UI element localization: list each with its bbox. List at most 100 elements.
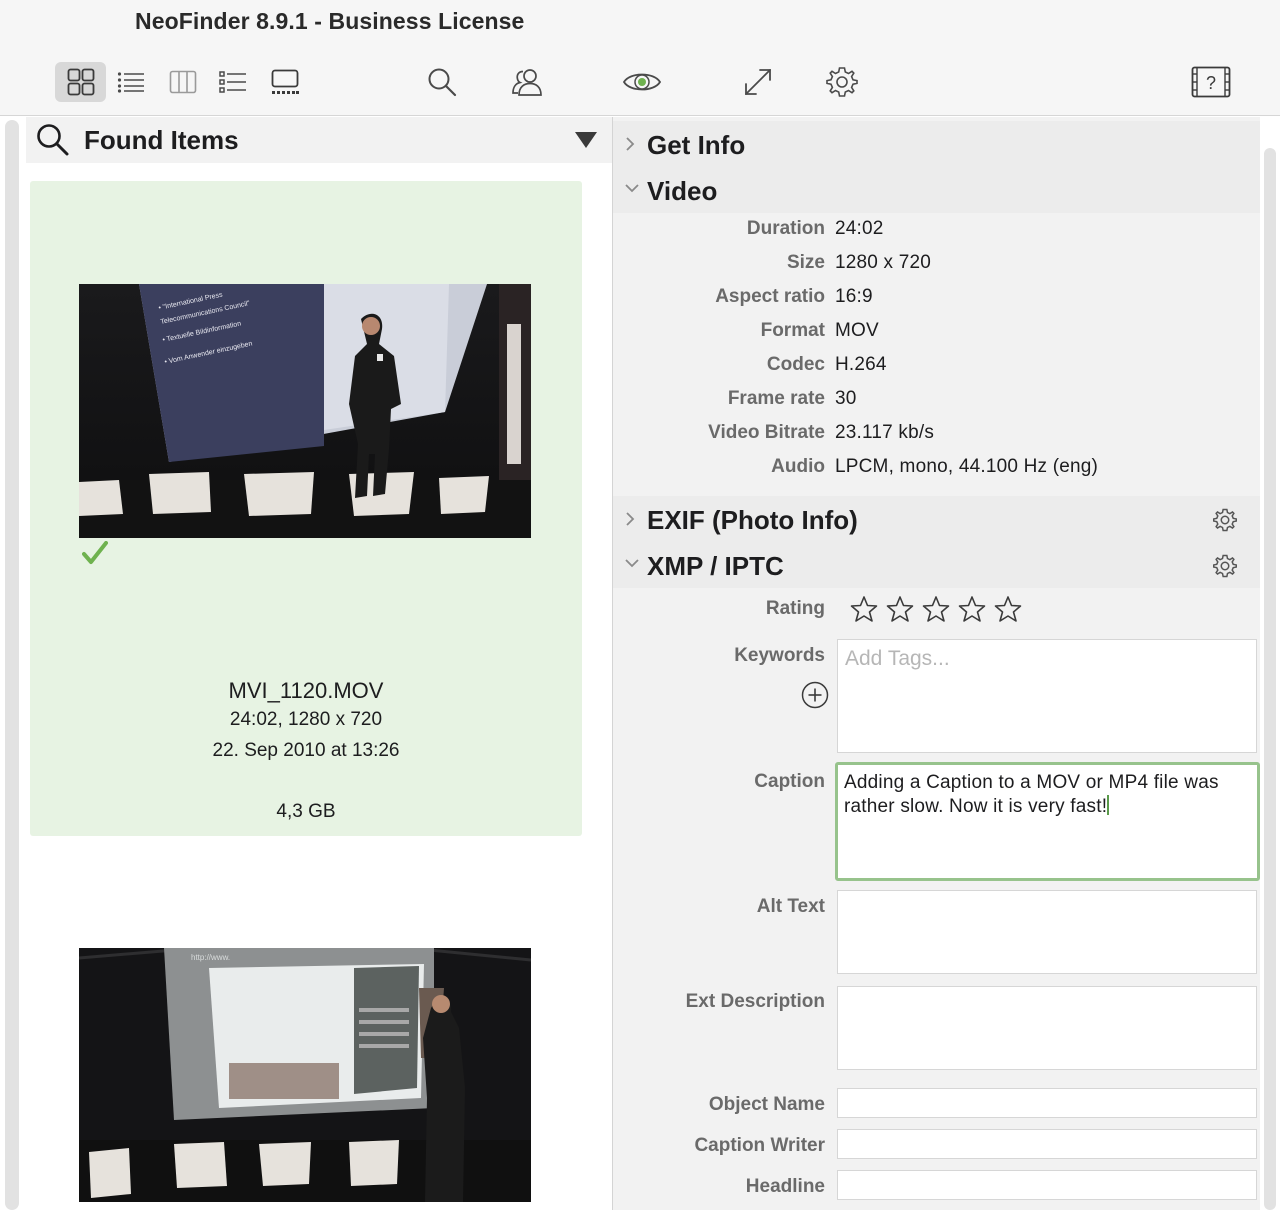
people-button[interactable]: [505, 62, 549, 102]
caption-writer-field[interactable]: [837, 1129, 1257, 1159]
video-row-bitrate: Video Bitrate 23.117 kb/s: [613, 419, 1260, 449]
video-row-codec: Codec H.264: [613, 351, 1260, 381]
file-size: 4,3 GB: [276, 801, 336, 822]
ext-description-label: Ext Description: [685, 991, 825, 1012]
alt-text-label: Alt Text: [756, 896, 825, 917]
section-title: Get Info: [647, 130, 746, 160]
video-row-duration: Duration 24:02: [613, 215, 1260, 245]
list-view-button[interactable]: [112, 62, 150, 102]
gallery-view-button[interactable]: [266, 62, 304, 102]
video-row-aspect-ratio: Aspect ratio 16:9: [613, 283, 1260, 313]
field-label: Codec: [766, 354, 825, 375]
caption-text: Adding a Caption to a MOV or MP4 file wa…: [844, 772, 1219, 817]
chevron-right-icon: [626, 512, 635, 526]
section-title: EXIF (Photo Info): [647, 505, 858, 535]
browser-pane: Found Items • "International Press Telec…: [26, 117, 612, 1210]
video-thumbnail: http://www.: [79, 948, 531, 1202]
star-icon[interactable]: [958, 595, 986, 623]
found-items-title: Found Items: [84, 125, 239, 155]
headline-label: Headline: [745, 1176, 825, 1197]
window-title: NeoFinder 8.9.1 - Business License: [135, 8, 525, 34]
star-icon[interactable]: [850, 595, 878, 623]
svg-text:?: ?: [1206, 73, 1216, 93]
field-label: Audio: [771, 456, 825, 477]
field-value: H.264: [835, 354, 887, 375]
list-view-icon: [117, 72, 144, 93]
object-name-label: Object Name: [708, 1094, 825, 1115]
inspector-scrollbar[interactable]: [1264, 148, 1276, 1210]
section-xmp-iptc[interactable]: XMP / IPTC: [613, 542, 1260, 588]
search-button[interactable]: [420, 62, 464, 102]
file-date: 22. Sep 2010 at 13:26: [212, 740, 400, 761]
grid-view-icon: [67, 68, 94, 96]
gallery-view-icon: [271, 69, 299, 94]
video-row-audio: Audio LPCM, mono, 44.100 Hz (eng): [613, 453, 1260, 483]
expand-icon: [745, 69, 771, 95]
section-title: Video: [647, 176, 718, 206]
video-row-size: Size 1280 x 720: [613, 249, 1260, 279]
gear-icon[interactable]: [1213, 508, 1237, 532]
column-view-icon: [169, 70, 197, 94]
help-button[interactable]: ?: [1188, 62, 1234, 102]
file-item[interactable]: http://www.: [30, 947, 582, 1210]
chevron-right-icon: [626, 137, 635, 151]
star-icon[interactable]: [994, 595, 1022, 623]
text-caret: [1107, 795, 1110, 815]
preview-eye-button[interactable]: [617, 62, 667, 102]
file-duration-resolution: 24:02, 1280 x 720: [229, 709, 383, 730]
inspector-pane: Get Info Video Duration 24:02 Size 1280 …: [613, 117, 1260, 1210]
ext-description-field[interactable]: [837, 986, 1257, 1070]
checkmark-icon: [82, 541, 108, 564]
gear-icon: [826, 67, 858, 97]
field-label: Size: [786, 252, 825, 273]
settings-button[interactable]: [820, 62, 864, 102]
field-value: 1280 x 720: [835, 252, 932, 273]
people-icon: [512, 69, 542, 96]
search-icon: [428, 68, 457, 97]
field-value: 16:9: [835, 286, 873, 307]
section-exif[interactable]: EXIF (Photo Info): [613, 496, 1260, 542]
headline-field[interactable]: [837, 1170, 1257, 1200]
rating-stars[interactable]: [850, 595, 1022, 623]
field-value: 24:02: [835, 218, 884, 239]
file-item-selected[interactable]: • "International Press Telecommunication…: [30, 181, 582, 836]
field-value: LPCM, mono, 44.100 Hz (eng): [835, 456, 1099, 477]
search-icon: [37, 124, 69, 156]
fullscreen-button[interactable]: [736, 62, 780, 102]
chevron-down-icon: [625, 559, 639, 568]
object-name-field[interactable]: [837, 1088, 1257, 1118]
field-label: Video Bitrate: [708, 422, 825, 443]
star-icon[interactable]: [886, 595, 914, 623]
window-toolbar: NeoFinder 8.9.1 - Business License ?: [0, 0, 1280, 116]
video-row-frame-rate: Frame rate 30: [613, 385, 1260, 415]
gear-icon[interactable]: [1213, 554, 1237, 578]
grid-view-button[interactable]: [55, 62, 106, 102]
chevron-down-icon: [625, 184, 639, 193]
file-name: MVI_1120.MOV: [228, 678, 384, 703]
field-value: 30: [835, 388, 857, 409]
outline-view-button[interactable]: [214, 62, 252, 102]
star-icon[interactable]: [922, 595, 950, 623]
section-title: XMP / IPTC: [647, 551, 784, 581]
section-get-info[interactable]: Get Info: [613, 121, 1260, 167]
section-video[interactable]: Video: [613, 167, 1260, 213]
caption-textarea[interactable]: Adding a Caption to a MOV or MP4 file wa…: [835, 762, 1260, 881]
field-label: Frame rate: [727, 388, 825, 409]
video-thumbnail: • "International Press Telecommunication…: [79, 284, 531, 538]
browser-scrollbar[interactable]: [5, 120, 19, 1210]
field-label: Aspect ratio: [715, 286, 825, 307]
caption-label: Caption: [754, 771, 825, 792]
caption-writer-label: Caption Writer: [694, 1135, 825, 1156]
triangle-down-icon[interactable]: [574, 131, 598, 149]
keywords-field[interactable]: Add Tags...: [837, 639, 1257, 753]
video-row-format: Format MOV: [613, 317, 1260, 347]
help-icon: ?: [1191, 66, 1231, 98]
eye-icon: [622, 73, 662, 91]
add-circle-icon[interactable]: [801, 681, 829, 709]
keywords-placeholder: Add Tags...: [845, 647, 950, 670]
svg-text:http://www.: http://www.: [191, 953, 230, 962]
column-view-button[interactable]: [164, 62, 202, 102]
found-items-header[interactable]: Found Items: [26, 117, 612, 163]
field-label: Format: [760, 320, 825, 341]
alt-text-field[interactable]: [837, 890, 1257, 974]
